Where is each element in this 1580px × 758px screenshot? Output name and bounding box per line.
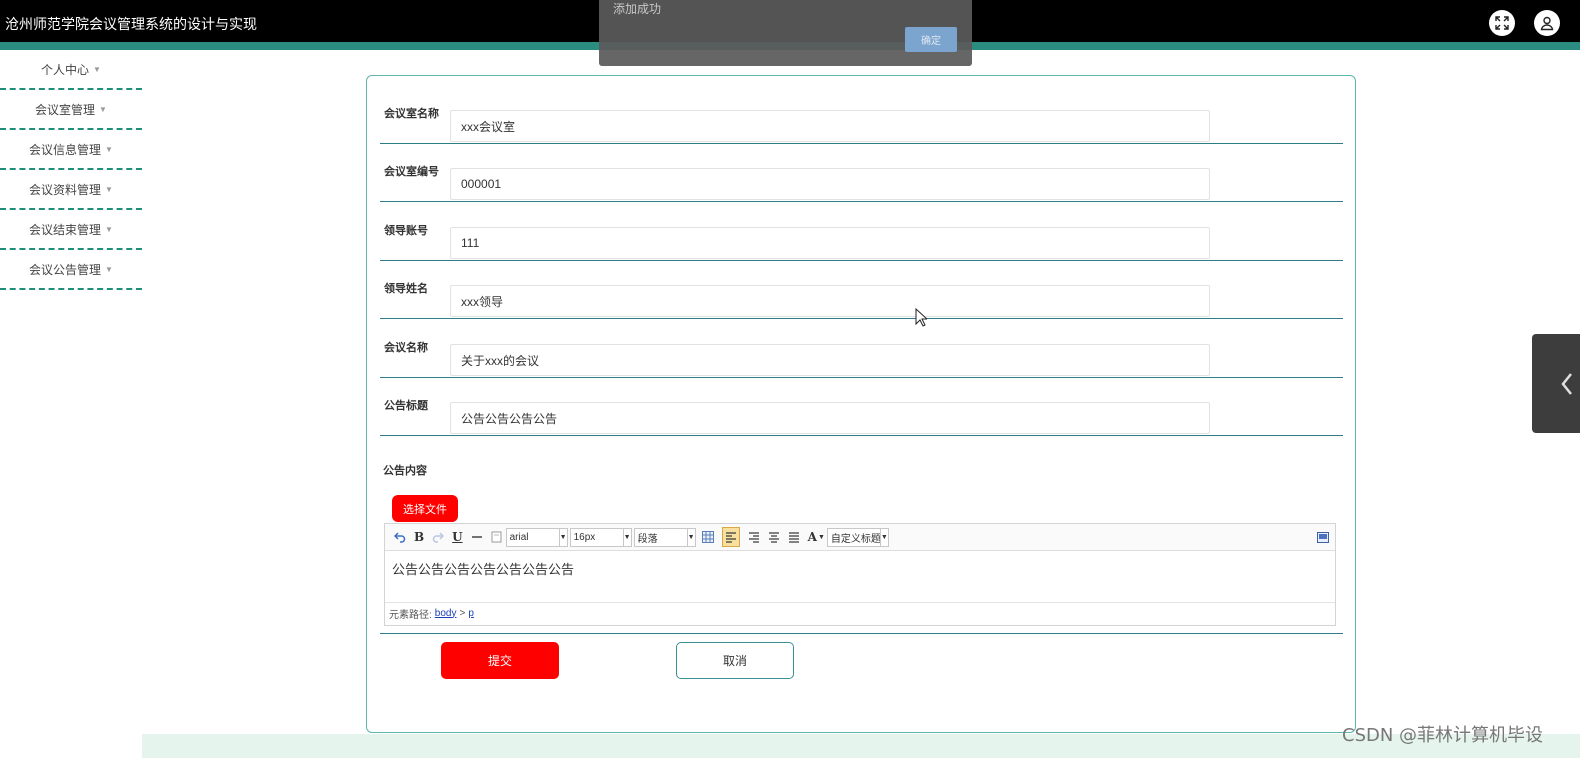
dialog-message: 添加成功 [613,2,662,16]
notice-content-label: 公告内容 [383,465,427,477]
caret-down-icon: ▼ [93,64,101,74]
cancel-button[interactable]: 取消 [676,642,794,679]
sidebar-item-label: 会议资料管理 [29,182,102,197]
dropdown-arrow-icon: ▼ [558,528,567,546]
path-link-body[interactable]: body [435,608,457,619]
element-path-bar: 元素路径: body > p [385,603,1335,623]
sidebar-item-personal-center[interactable]: 个人中心 ▼ [0,50,142,90]
form-row-notice-title: 公告标题 [380,377,1343,436]
field-label: 会议名称 [384,342,428,354]
dropdown-arrow-icon: ▼ [686,528,695,546]
form-row-room-number: 会议室编号 [380,143,1343,202]
rich-text-editor: B U arial ▼ 16px ▼ 段落 ▼ A ▼ 自定义标题 ▼ 公告公告… [384,523,1336,626]
sidebar-item-meeting-info[interactable]: 会议信息管理 ▼ [0,130,142,170]
user-icon[interactable] [1534,10,1560,36]
dialog-ok-button[interactable]: 确定 [905,27,957,52]
form-panel: 会议室名称 会议室编号 领导账号 领导姓名 会议名称 公告标题 公告内容 选择文… [366,75,1356,733]
sidebar-item-meeting-room[interactable]: 会议室管理 ▼ [0,90,142,130]
path-link-p[interactable]: p [468,608,474,619]
watermark: CSDN @菲林计算机毕设 [1342,725,1544,746]
notice-title-input[interactable] [450,402,1210,434]
custom-heading-select[interactable]: 自定义标题 ▼ [826,527,889,547]
align-right-icon[interactable] [748,531,760,543]
sidebar-item-label: 个人中心 [41,62,90,77]
dropdown-arrow-icon: ▼ [879,528,888,546]
text-color-icon[interactable]: A [808,530,817,544]
paragraph-value: 段落 [637,533,658,545]
caret-down-icon: ▼ [105,184,113,194]
field-label: 领导账号 [384,225,428,237]
leader-name-input[interactable] [450,285,1210,317]
chevron-left-icon [1561,372,1572,395]
align-left-icon[interactable] [721,527,740,547]
underline-icon[interactable]: U [452,530,462,544]
success-dialog: 添加成功 确定 [599,0,972,66]
table-icon[interactable] [701,531,714,543]
font-size-value: 16px [573,531,596,543]
field-label: 公告标题 [384,400,428,412]
sidebar-item-label: 会议公告管理 [29,262,102,277]
sidebar-item-meeting-docs[interactable]: 会议资料管理 ▼ [0,170,142,210]
editor-content-area[interactable]: 公告公告公告公告公告公告公告 [385,551,1335,603]
sidebar: 个人中心 ▼ 会议室管理 ▼ 会议信息管理 ▼ 会议资料管理 ▼ 会议结束管理 ▼ 会议公… [0,50,142,290]
sidebar-item-label: 会议结束管理 [29,222,102,237]
caret-down-icon: ▼ [105,144,113,154]
fullscreen-editor-icon[interactable] [1317,531,1329,543]
bold-icon[interactable]: B [414,530,424,544]
fullscreen-icon[interactable] [1489,10,1515,36]
sidebar-item-meeting-end[interactable]: 会议结束管理 ▼ [0,210,142,250]
redo-icon[interactable] [432,531,445,543]
sidebar-item-meeting-notice[interactable]: 会议公告管理 ▼ [0,250,142,290]
dropdown-arrow-icon: ▼ [622,528,631,546]
form-row-meeting-name: 会议名称 [380,319,1343,378]
form-row-room-name: 会议室名称 [380,85,1343,144]
caret-down-icon: ▼ [105,264,113,274]
font-family-select[interactable]: arial ▼ [505,527,568,547]
leader-account-input[interactable] [450,227,1210,259]
horizontal-rule-icon[interactable] [471,531,483,543]
caret-down-icon: ▼ [105,224,113,234]
font-family-value: arial [509,531,529,543]
paragraph-select[interactable]: 段落 ▼ [633,527,696,547]
choose-file-button[interactable]: 选择文件 [392,495,458,522]
path-separator: > [459,607,466,619]
element-path-label: 元素路径: [389,609,432,621]
sidebar-item-label: 会议信息管理 [29,142,102,157]
font-size-select[interactable]: 16px ▼ [569,527,632,547]
dropdown-arrow-icon[interactable]: ▼ [818,534,825,541]
undo-icon[interactable] [394,531,406,543]
align-justify-icon[interactable] [788,531,800,543]
collapse-panel-tab[interactable] [1532,334,1580,433]
editor-toolbar: B U arial ▼ 16px ▼ 段落 ▼ A ▼ 自定义标题 ▼ [385,524,1335,551]
room-name-input[interactable] [450,110,1210,142]
form-divider [380,633,1343,634]
field-label: 会议室编号 [384,166,439,178]
meeting-name-input[interactable] [450,344,1210,376]
sidebar-item-label: 会议室管理 [35,102,96,117]
app-title: 沧州师范学院会议管理系统的设计与实现 [5,16,257,32]
field-label: 领导姓名 [384,283,428,295]
field-label: 会议室名称 [384,108,439,120]
page-icon[interactable] [491,531,502,543]
custom-heading-value: 自定义标题 [830,533,881,545]
room-number-input[interactable] [450,168,1210,200]
align-center-icon[interactable] [768,531,780,543]
form-row-leader-account: 领导账号 [380,202,1343,261]
submit-button[interactable]: 提交 [441,642,559,679]
mouse-cursor-icon [915,308,927,327]
form-row-leader-name: 领导姓名 [380,260,1343,319]
caret-down-icon: ▼ [99,104,107,114]
